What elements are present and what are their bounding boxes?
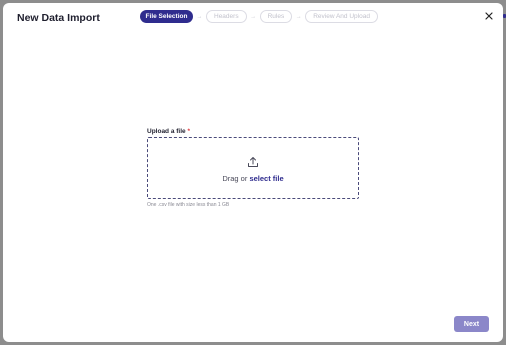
step-arrow-icon: → bbox=[295, 13, 302, 20]
step-arrow-icon: → bbox=[196, 13, 203, 20]
step-rules[interactable]: Rules bbox=[259, 10, 293, 23]
new-data-import-dialog: New Data Import File Selection → Headers… bbox=[3, 3, 503, 342]
dropzone-text: Drag or select file bbox=[148, 174, 358, 183]
dialog-title: New Data Import bbox=[17, 12, 100, 24]
step-arrow-icon: → bbox=[250, 13, 257, 20]
required-marker: * bbox=[187, 128, 190, 135]
file-dropzone[interactable]: Drag or select file bbox=[147, 137, 359, 199]
select-file-link[interactable]: select file bbox=[249, 174, 283, 183]
upload-icon bbox=[248, 157, 258, 167]
close-button[interactable] bbox=[483, 10, 495, 22]
close-icon bbox=[485, 12, 493, 20]
drag-text: Drag or bbox=[222, 174, 248, 183]
import-stepper: File Selection → Headers → Rules → Revie… bbox=[140, 10, 378, 23]
step-file-selection[interactable]: File Selection bbox=[140, 10, 193, 23]
upload-field-label: Upload a file * bbox=[147, 128, 190, 135]
step-headers[interactable]: Headers bbox=[206, 10, 247, 23]
upload-label-text: Upload a file bbox=[147, 128, 186, 135]
next-button[interactable]: Next bbox=[454, 316, 489, 332]
upload-hint: One .csv file with size less than 1 GB bbox=[147, 202, 230, 208]
step-review-and-upload[interactable]: Review And Upload bbox=[305, 10, 378, 23]
